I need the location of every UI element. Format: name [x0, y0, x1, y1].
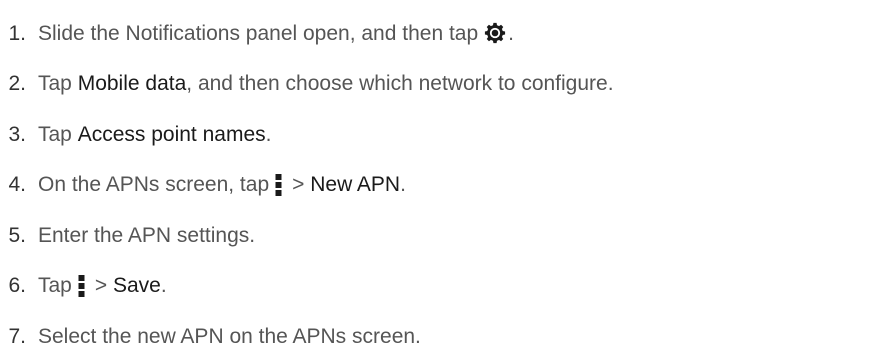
- step-number: 5.: [8, 223, 26, 247]
- step-text-end: , and then choose which network to confi…: [186, 72, 614, 96]
- step-number: 2.: [8, 72, 26, 96]
- overflow-menu-icon: [275, 173, 282, 196]
- step-2: 2. Tap Mobile data , and then choose whi…: [0, 59, 884, 110]
- step-number: 3.: [8, 122, 26, 146]
- step-7: 7. Select the new APN on the APNs screen…: [0, 311, 884, 362]
- ui-term-mobile-data: Mobile data: [77, 72, 187, 96]
- overflow-menu-icon: [78, 274, 85, 297]
- step-text: Tap: [38, 274, 72, 298]
- step-text-end: .: [265, 122, 272, 146]
- instruction-steps: 1. Slide the Notifications panel open, a…: [0, 8, 884, 362]
- step-text: Enter the APN settings.: [38, 223, 256, 247]
- step-text: On the APNs screen, tap: [38, 173, 270, 197]
- step-number: 6.: [8, 274, 26, 298]
- step-text-end: .: [400, 173, 406, 197]
- step-text-end: .: [508, 21, 514, 45]
- step-separator: >: [292, 173, 311, 197]
- step-1: 1. Slide the Notifications panel open, a…: [0, 8, 884, 59]
- step-3: 3. Tap Access point names .: [0, 109, 884, 160]
- step-text: Slide the Notifications panel open, and …: [38, 21, 479, 45]
- step-text: Tap: [38, 72, 78, 96]
- step-text: Tap: [38, 122, 78, 146]
- step-separator: >: [94, 274, 113, 298]
- step-number: 1.: [8, 21, 26, 45]
- step-6: 6. Tap > Save .: [0, 261, 884, 312]
- settings-gear-icon: [485, 23, 506, 44]
- ui-term-access-point-names: Access point names: [77, 122, 266, 146]
- step-5: 5. Enter the APN settings.: [0, 210, 884, 261]
- step-number: 7.: [8, 324, 26, 348]
- ui-term-new-apn: New APN: [310, 173, 401, 197]
- step-text: Select the new APN on the APNs screen.: [38, 324, 421, 348]
- step-text-end: .: [160, 274, 167, 298]
- step-4: 4. On the APNs screen, tap > New APN .: [0, 160, 884, 211]
- step-number: 4.: [8, 173, 26, 197]
- ui-term-save: Save: [112, 274, 161, 298]
